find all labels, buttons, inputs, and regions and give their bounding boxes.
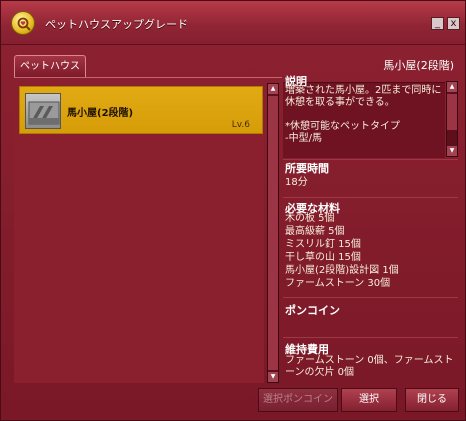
scroll-up-icon[interactable]: ▲ — [268, 84, 278, 94]
description-scrollbar[interactable]: ▲ ▼ — [446, 81, 458, 157]
list-scrollbar[interactable]: ▲ ▼ — [267, 83, 279, 383]
description-text: 増築された馬小屋。2匹まで同時に休憩を取る事ができる。 *休憩可能なペットタイプ… — [285, 85, 442, 144]
material-item: 最高級薪 5個 — [285, 226, 345, 237]
pon-coin-label: ポンコイン — [285, 304, 340, 317]
select-pon-coin-button[interactable]: 選択ポンコイン — [258, 388, 338, 412]
time-label: 所要時間 — [285, 162, 329, 175]
select-button[interactable]: 選択 — [341, 388, 397, 412]
stable-icon — [25, 93, 61, 129]
close-window-button[interactable]: x — [447, 17, 460, 30]
scroll-thumb[interactable] — [447, 94, 457, 130]
item-name: 馬小屋(2段階) — [67, 108, 134, 119]
scroll-thumb[interactable] — [268, 96, 278, 370]
title-bar[interactable]: ペットハウスアップグレード _ x — [1, 1, 465, 45]
scroll-down-icon[interactable]: ▼ — [447, 146, 457, 156]
tab-divider — [14, 77, 282, 78]
pet-house-list: 馬小屋(2段階) Lv.6 — [14, 83, 264, 383]
material-item: ファームストーン 30個 — [285, 278, 391, 289]
divider — [283, 337, 458, 338]
pet-house-upgrade-window: ペットハウスアップグレード _ x ペットハウス 馬小屋(2段階) Lv.6 ▲… — [0, 0, 466, 421]
list-item[interactable]: 馬小屋(2段階) Lv.6 — [19, 86, 263, 134]
divider — [283, 197, 458, 198]
close-button[interactable]: 閉じる — [405, 388, 459, 412]
material-item: 馬小屋(2段階)設計図 1個 — [285, 265, 399, 276]
material-item: 干し草の山 15個 — [285, 252, 361, 263]
upkeep-text: ファームストーン 0個、ファームストーンの欠片 0個 — [285, 355, 454, 378]
item-level: Lv.6 — [231, 120, 250, 130]
material-item: ミスリル釘 15個 — [285, 239, 361, 250]
minimize-button[interactable]: _ — [431, 17, 444, 30]
window-title: ペットハウスアップグレード — [45, 18, 188, 31]
scroll-up-icon[interactable]: ▲ — [447, 82, 457, 92]
divider — [283, 297, 458, 298]
detail-title: 馬小屋(2段階) — [383, 59, 454, 72]
time-value: 18分 — [285, 177, 308, 188]
scroll-down-icon[interactable]: ▼ — [268, 372, 278, 382]
tab-pet-house[interactable]: ペットハウス — [14, 55, 86, 77]
heart-search-icon — [11, 11, 35, 35]
material-item: 木の板 5個 — [285, 213, 335, 224]
